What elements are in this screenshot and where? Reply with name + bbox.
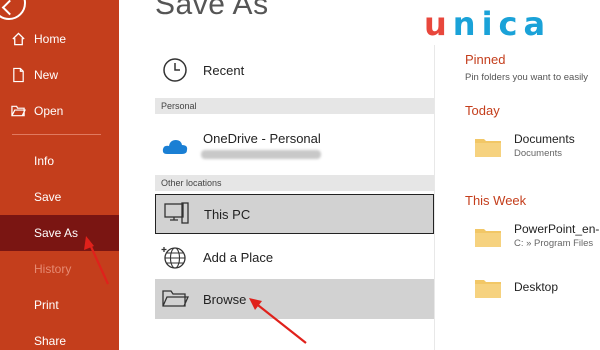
sidebar-item-open[interactable]: Open <box>0 93 119 129</box>
clock-icon <box>163 58 187 82</box>
location-add-place[interactable]: Add a Place <box>155 236 434 278</box>
column-divider <box>434 45 435 350</box>
sidebar-item-label: Home <box>34 32 67 46</box>
globe-add-icon <box>161 247 186 269</box>
computer-icon <box>164 202 189 224</box>
today-header: Today <box>465 103 500 118</box>
back-arrow-icon[interactable] <box>0 0 26 20</box>
this-week-header: This Week <box>465 193 527 208</box>
location-recent[interactable]: Recent <box>155 49 434 91</box>
section-header-other-locations: Other locations <box>155 175 434 191</box>
folder-icon <box>475 139 501 157</box>
pinned-hint: Pin folders you want to easily <box>465 72 589 83</box>
new-document-icon <box>13 67 24 83</box>
logo-letter-u: u <box>424 5 453 43</box>
folder-path: Documents <box>514 148 563 159</box>
sidebar-item-save[interactable]: Save <box>0 179 119 215</box>
onedrive-cloud-icon <box>162 140 188 154</box>
sidebar-item-home[interactable]: Home <box>0 21 119 57</box>
page-title: Save As <box>155 0 269 21</box>
folder-item[interactable]: Desktop <box>465 268 600 308</box>
open-folder-icon <box>11 105 26 117</box>
sidebar-item-label: Save <box>34 190 62 204</box>
folder-path: C: » Program Files <box>514 238 594 249</box>
location-this-pc[interactable]: This PC <box>155 194 434 234</box>
folder-icon <box>475 280 501 298</box>
sidebar-item-label: New <box>34 68 59 82</box>
location-label: Browse <box>203 291 247 307</box>
folder-icon <box>475 229 501 247</box>
sidebar-item-label: Share <box>34 334 67 348</box>
sidebar-item-save-as[interactable]: Save As <box>0 215 119 251</box>
location-onedrive[interactable]: OneDrive - Personal <box>155 122 434 166</box>
location-label: Add a Place <box>203 249 274 265</box>
location-label: Recent <box>203 62 245 78</box>
folder-item[interactable]: Documents Documents <box>465 127 600 167</box>
open-folder-icon <box>162 290 189 307</box>
section-header-personal: Personal <box>155 98 434 114</box>
location-label: This PC <box>204 206 251 222</box>
pinned-header: Pinned <box>465 52 506 67</box>
location-browse[interactable]: Browse <box>155 279 434 319</box>
location-label: OneDrive - Personal <box>203 131 321 146</box>
sidebar-item-new[interactable]: New <box>0 57 119 93</box>
sidebar-item-label: History <box>34 262 72 276</box>
unica-logo: unica <box>424 5 551 43</box>
sidebar-item-label: Print <box>34 298 59 312</box>
home-icon <box>12 32 25 46</box>
sidebar-item-history: History <box>0 251 119 287</box>
logo-letters: nica <box>452 5 552 43</box>
sidebar-item-print[interactable]: Print <box>0 287 119 323</box>
folder-name: Desktop <box>514 280 559 294</box>
folder-item[interactable]: PowerPoint_en- C: » Program Files <box>465 217 600 257</box>
account-email-blurred <box>201 150 321 159</box>
folder-name: PowerPoint_en- <box>514 222 600 236</box>
sidebar-item-label: Open <box>34 104 64 118</box>
sidebar-item-label: Save As <box>34 226 79 240</box>
sidebar-item-info[interactable]: Info <box>0 143 119 179</box>
sidebar-divider <box>12 134 101 135</box>
sidebar-item-label: Info <box>34 154 55 168</box>
sidebar-item-share[interactable]: Share <box>0 323 119 350</box>
save-as-screen: Home New Open Info Save Save As History <box>0 0 600 350</box>
backstage-sidebar: Home New Open Info Save Save As History <box>0 0 119 350</box>
folder-name: Documents <box>514 132 575 146</box>
